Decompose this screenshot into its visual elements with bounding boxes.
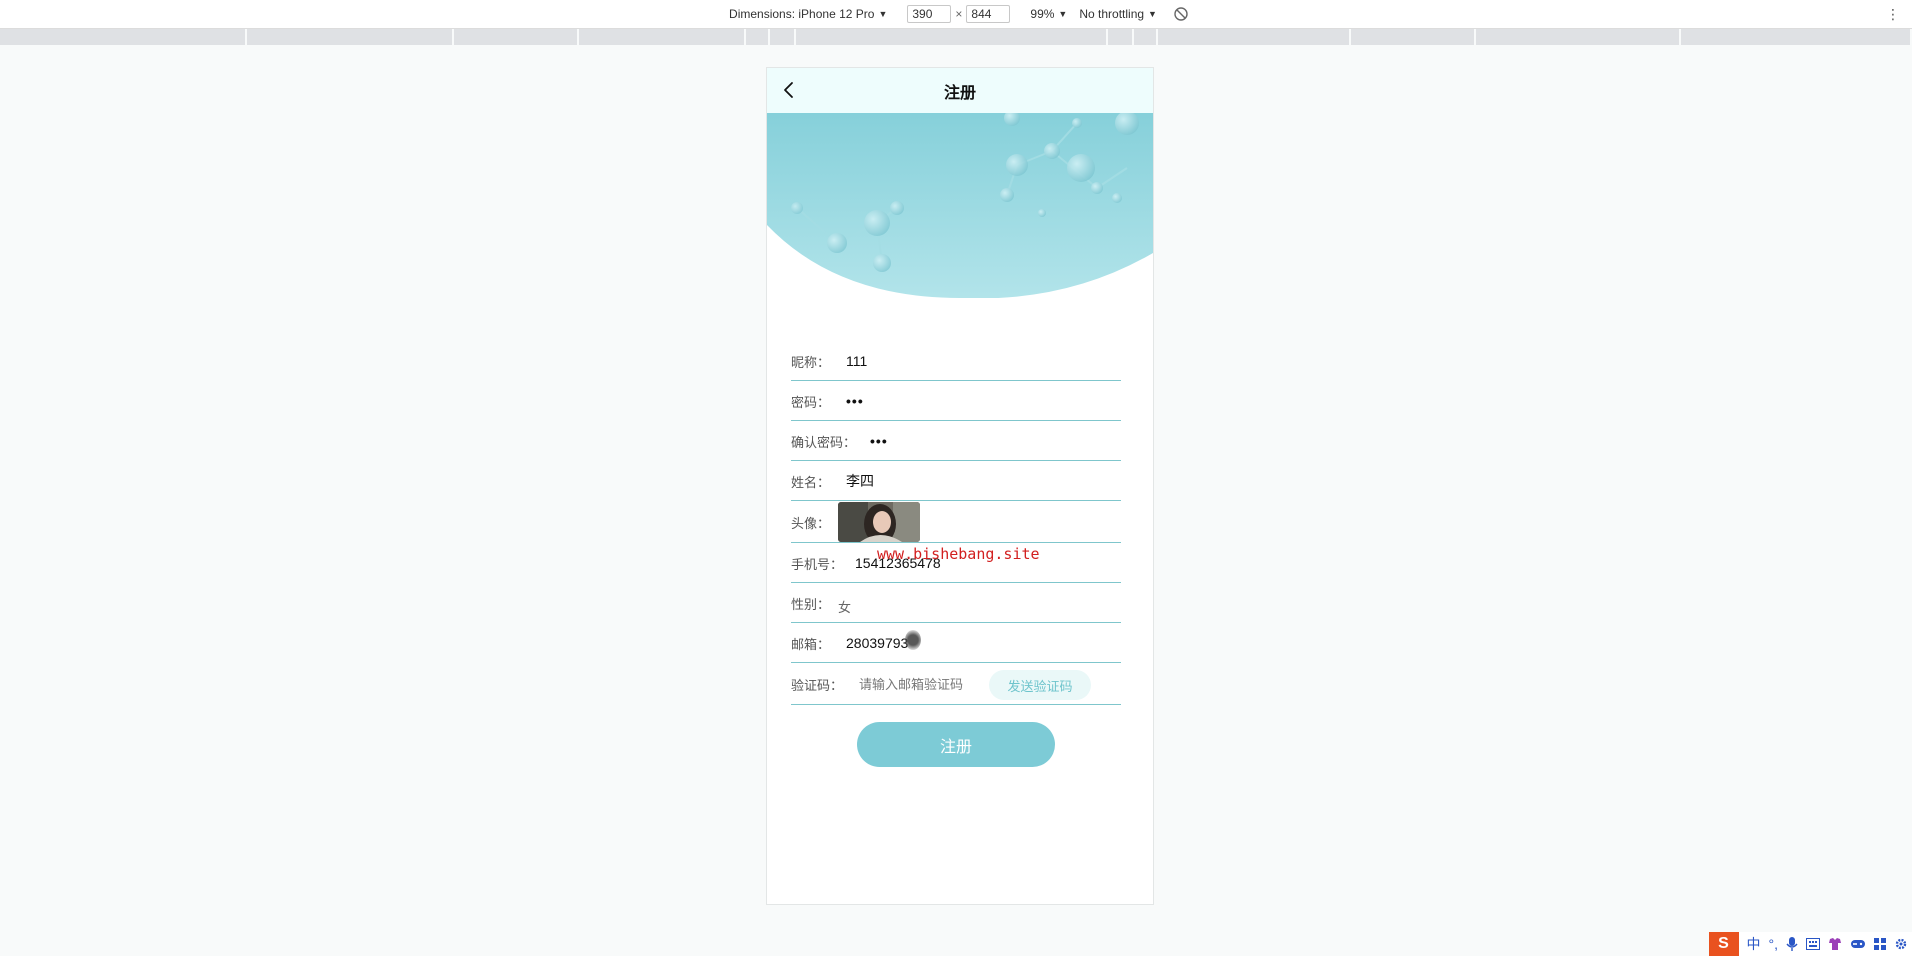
skin-icon[interactable]	[1828, 937, 1842, 951]
ruler-segment[interactable]	[0, 29, 245, 45]
confirm-password-label: 确认密码：	[791, 434, 857, 450]
password-row: 密码： •••	[791, 382, 1121, 421]
rotate-icon[interactable]	[1173, 6, 1189, 22]
nickname-label: 昵称：	[791, 354, 831, 370]
register-submit-button[interactable]: 注册	[857, 722, 1055, 767]
name-row: 姓名： 李四	[791, 462, 1121, 501]
ruler-segment[interactable]	[795, 29, 1107, 45]
media-query-ruler	[0, 29, 1912, 45]
verification-code-input[interactable]	[859, 676, 990, 692]
gamepad-icon[interactable]	[1850, 938, 1866, 950]
device-selector[interactable]: Dimensions: iPhone 12 Pro ▼	[729, 7, 887, 21]
ruler-segment[interactable]	[1134, 29, 1156, 45]
ruler-segment[interactable]	[1476, 29, 1680, 45]
confirm-password-input[interactable]: •••	[870, 433, 888, 449]
mouse-cursor-icon	[905, 630, 921, 650]
ruler-segment[interactable]	[1108, 29, 1133, 45]
more-options-icon[interactable]: ⋮	[1886, 6, 1900, 23]
throttling-selector[interactable]: No throttling ▼	[1079, 7, 1157, 21]
ruler-segment[interactable]	[1157, 29, 1349, 45]
gender-row: 性别： 女	[791, 584, 1121, 623]
microphone-icon[interactable]	[1786, 936, 1798, 952]
watermark-text: www.bishebang.site	[877, 545, 1040, 563]
name-input[interactable]: 李四	[846, 471, 874, 491]
devtools-device-toolbar: Dimensions: iPhone 12 Pro ▼ 390 × 844 99…	[0, 0, 1912, 29]
zoom-selector[interactable]: 99% ▼	[1030, 7, 1067, 21]
viewport-height-input[interactable]: 844	[966, 5, 1011, 23]
register-form: 昵称： 111 密码： ••• 确认密码： ••• 姓名： 李四 头像： 手机号…	[791, 342, 1121, 705]
back-arrow-icon[interactable]	[779, 80, 799, 100]
page-title: 注册	[943, 84, 976, 102]
confirm-password-row: 确认密码： •••	[791, 422, 1121, 461]
ruler-segment[interactable]	[1681, 29, 1910, 45]
password-input[interactable]: •••	[846, 393, 864, 409]
throttling-value: No throttling	[1079, 7, 1145, 21]
avatar-row: 头像：	[791, 502, 1121, 543]
grid-apps-icon[interactable]	[1874, 938, 1886, 950]
nav-bar: 注册	[767, 68, 1153, 113]
avatar-label: 头像：	[791, 515, 831, 531]
password-label: 密码：	[791, 394, 831, 410]
ruler-segment[interactable]	[578, 29, 745, 45]
name-label: 姓名：	[791, 474, 831, 490]
verification-code-row: 验证码： 发送验证码	[791, 664, 1121, 705]
send-code-button[interactable]: 发送验证码	[989, 670, 1091, 700]
ruler-segment[interactable]	[453, 29, 577, 45]
email-row: 邮箱： 28039793	[791, 624, 1121, 663]
ime-punctuation-toggle[interactable]: °,	[1769, 936, 1779, 952]
nickname-input[interactable]: 111	[846, 353, 867, 369]
ruler-segment[interactable]	[1350, 29, 1475, 45]
zoom-value: 99%	[1030, 7, 1055, 21]
caret-down-icon: ▼	[1058, 9, 1068, 19]
phone-label: 手机号：	[791, 556, 844, 572]
ruler-segment[interactable]	[769, 29, 794, 45]
gender-select[interactable]: 女	[838, 597, 851, 616]
viewport-width-input[interactable]: 390	[907, 5, 952, 23]
ime-toolbar: S 中 °,	[1708, 932, 1912, 956]
keyboard-icon[interactable]	[1806, 938, 1820, 950]
ruler-segment[interactable]	[746, 29, 768, 45]
caret-down-icon: ▼	[1148, 9, 1157, 19]
avatar-image[interactable]	[838, 502, 921, 542]
device-viewport: 注册 昵称： 111 密码： ••• 确认密码： ••• 姓名： 李四 头像： …	[766, 67, 1154, 905]
email-label: 邮箱：	[791, 636, 831, 652]
caret-down-icon: ▼	[878, 9, 888, 19]
verification-code-label: 验证码：	[791, 677, 844, 693]
nickname-row: 昵称： 111	[791, 342, 1121, 381]
times-sign: ×	[955, 7, 963, 21]
molecule-banner-image	[767, 113, 1153, 298]
settings-gear-icon[interactable]	[1894, 937, 1908, 951]
ruler-segment[interactable]	[246, 29, 452, 45]
ime-mode-toggle[interactable]: 中	[1747, 934, 1761, 954]
email-input[interactable]: 28039793	[846, 635, 908, 651]
sogou-logo-icon[interactable]: S	[1708, 932, 1739, 956]
gender-label: 性别：	[791, 596, 831, 612]
device-dimensions-label: Dimensions: iPhone 12 Pro	[729, 7, 875, 21]
